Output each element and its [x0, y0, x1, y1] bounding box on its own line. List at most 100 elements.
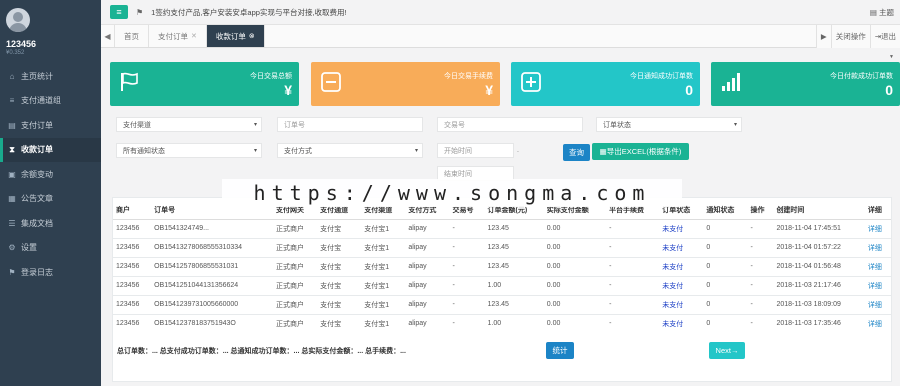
- table-cell: -: [747, 218, 774, 238]
- table-cell: -: [449, 313, 485, 333]
- table-cell: 支付宝1: [361, 313, 406, 333]
- tab-scroll-left-button[interactable]: ◀: [101, 25, 115, 47]
- close-icon[interactable]: ⊗: [249, 32, 255, 40]
- table-cell: 0: [703, 218, 748, 238]
- table-cell: 123456: [113, 294, 152, 314]
- card-label: 今日付款成功订单数: [830, 73, 893, 80]
- menu-toggle-button[interactable]: ≡: [110, 5, 128, 19]
- card-today-volume: 今日交易总额 ¥: [110, 62, 299, 106]
- table-cell: 0: [703, 313, 748, 333]
- sidebar-item-5[interactable]: ▦ 公告文章: [0, 187, 101, 212]
- table-cell: 正式商户: [273, 294, 318, 314]
- tab-receipt-orders[interactable]: 收款订单 ⊗: [206, 25, 265, 47]
- table-cell: 支付宝1: [361, 218, 406, 238]
- sidebar-item-3[interactable]: ⧗ 收款订单: [0, 137, 101, 162]
- detail-link[interactable]: 详细: [864, 218, 891, 238]
- column-header: 创建时间: [773, 202, 865, 220]
- card-label: 今日交易手续费: [444, 73, 493, 80]
- notice-text: 1签约支付产品,客户安装安卓app实现与平台对接,收取费用!: [151, 7, 347, 17]
- sidebar-item-label: 支付订单: [21, 120, 53, 130]
- logout-button[interactable]: ⇥ 退出: [869, 25, 900, 48]
- table-cell: 支付宝: [317, 294, 362, 314]
- detail-link[interactable]: 详细: [864, 256, 891, 276]
- table-cell: 2018-11-03 18:09:09: [773, 294, 865, 314]
- card-today-fee: 今日交易手续费 ¥: [311, 62, 500, 106]
- tab-bar: ◀ 首页 支付订单 ✕ 收款订单 ⊗ ▶ 关闭操作 ⇥ 退出: [101, 25, 900, 48]
- close-tabs-button[interactable]: 关闭操作: [830, 25, 870, 48]
- chevron-down-icon: ▾: [733, 122, 737, 128]
- sidebar-item-4[interactable]: ▣ 余额变动: [0, 162, 101, 187]
- table-row: 123456 OB15412378183751943O 正式商户 支付宝 支付宝1 ali…: [113, 313, 891, 333]
- sidebar-item-0[interactable]: ⌂ 主页统计: [0, 64, 101, 89]
- avatar[interactable]: [6, 8, 30, 32]
- profile-balance: ¥0.352: [6, 50, 25, 56]
- table-cell: 2018-11-04 01:56:48: [773, 256, 865, 276]
- close-icon[interactable]: ✕: [191, 32, 197, 40]
- table-cell: 支付宝1: [361, 294, 406, 314]
- bank-icon: ≡: [9, 96, 15, 106]
- sidebar-item-8[interactable]: ⚑ 登录日志: [0, 260, 101, 285]
- table-cell: -: [747, 313, 774, 333]
- detail-link[interactable]: 详细: [864, 313, 891, 333]
- table-cell: -: [449, 218, 485, 238]
- tab-receipt-orders-label: 收款订单: [215, 31, 246, 41]
- column-header: 通知状态: [703, 202, 748, 220]
- sidebar-item-label: 公告文章: [21, 194, 53, 204]
- sidebar-item-2[interactable]: ▤ 支付订单: [0, 113, 101, 138]
- column-header: 商户: [113, 202, 152, 220]
- table-cell: 123456: [113, 237, 152, 257]
- summary-text: 总订单数：... 总支付成功订单数：... 总通知成功订单数：... 总实际支付…: [117, 348, 406, 355]
- sidebar-item-label: 收款订单: [21, 145, 53, 155]
- query-button[interactable]: 查询: [563, 144, 590, 161]
- order-no-input[interactable]: 订单号: [277, 117, 423, 132]
- table-cell: alipay: [405, 294, 450, 314]
- order-status-select[interactable]: 订单状态 ▾: [596, 117, 742, 132]
- table-cell: -: [449, 256, 485, 276]
- table-cell: alipay: [405, 237, 450, 257]
- table-cell: 2018-11-03 21:17:46: [773, 275, 865, 295]
- sidebar-item-label: 余额变动: [21, 169, 53, 179]
- tab-home[interactable]: 首页: [115, 25, 149, 47]
- chevron-down-icon: ▾: [253, 148, 257, 154]
- stat-button[interactable]: 统计: [546, 342, 574, 359]
- table-cell: 0.00: [543, 294, 607, 314]
- card-value: ¥: [485, 82, 493, 98]
- table-cell: 123456: [113, 275, 152, 295]
- table-cell: 正式商户: [273, 218, 318, 238]
- sidebar-item-6[interactable]: ☰ 集成文档: [0, 211, 101, 236]
- flag-icon: ⚑: [136, 7, 144, 17]
- table-cell: OB1541251044131356624: [151, 275, 274, 295]
- detail-link[interactable]: 详细: [864, 237, 891, 257]
- profile-name[interactable]: 123456: [6, 39, 101, 49]
- card-today-notified: 今日通知成功订单数 0: [511, 62, 700, 106]
- tab-actions: ▶ 关闭操作 ⇥ 退出: [815, 25, 900, 48]
- table-cell: 0: [703, 275, 748, 295]
- export-excel-button[interactable]: ▦ 导出EXCEL(根据条件): [592, 143, 689, 160]
- table-cell: alipay: [405, 313, 450, 333]
- table-cell: 123.45: [484, 218, 544, 238]
- channel-select[interactable]: 支付渠道 ▾: [116, 117, 262, 132]
- next-page-button[interactable]: Next→: [709, 342, 745, 359]
- table-cell: -: [606, 218, 660, 238]
- detail-link[interactable]: 详细: [864, 275, 891, 295]
- start-time-input[interactable]: 开始时间: [437, 143, 514, 158]
- table-cell: 正式商户: [273, 313, 318, 333]
- table-cell: 支付宝: [317, 237, 362, 257]
- profile: 123456 ¥0.352: [0, 0, 101, 64]
- trade-no-input[interactable]: 交易号: [437, 117, 583, 132]
- table-cell: 123.45: [484, 294, 544, 314]
- tab-payment-orders[interactable]: 支付订单 ✕: [149, 25, 207, 47]
- notify-status-select[interactable]: 所有通知状态 ▾: [116, 143, 262, 158]
- sidebar-item-7[interactable]: ⚙ 设置: [0, 236, 101, 261]
- sidebar-item-1[interactable]: ≡ 支付通道组: [0, 89, 101, 114]
- order-status-cell: 未支付: [659, 256, 704, 276]
- pay-method-select[interactable]: 支付方式 ▾: [277, 143, 423, 158]
- table-cell: 123.45: [484, 256, 544, 276]
- order-status-cell: 未支付: [659, 275, 704, 295]
- range-separator: .: [517, 147, 519, 154]
- tab-scroll-right-button[interactable]: ▶: [815, 25, 831, 48]
- detail-link[interactable]: 详细: [864, 294, 891, 314]
- column-header: 详细: [864, 202, 891, 220]
- minus-square-icon: [321, 72, 341, 92]
- theme-button[interactable]: ▤ 主题: [870, 7, 894, 18]
